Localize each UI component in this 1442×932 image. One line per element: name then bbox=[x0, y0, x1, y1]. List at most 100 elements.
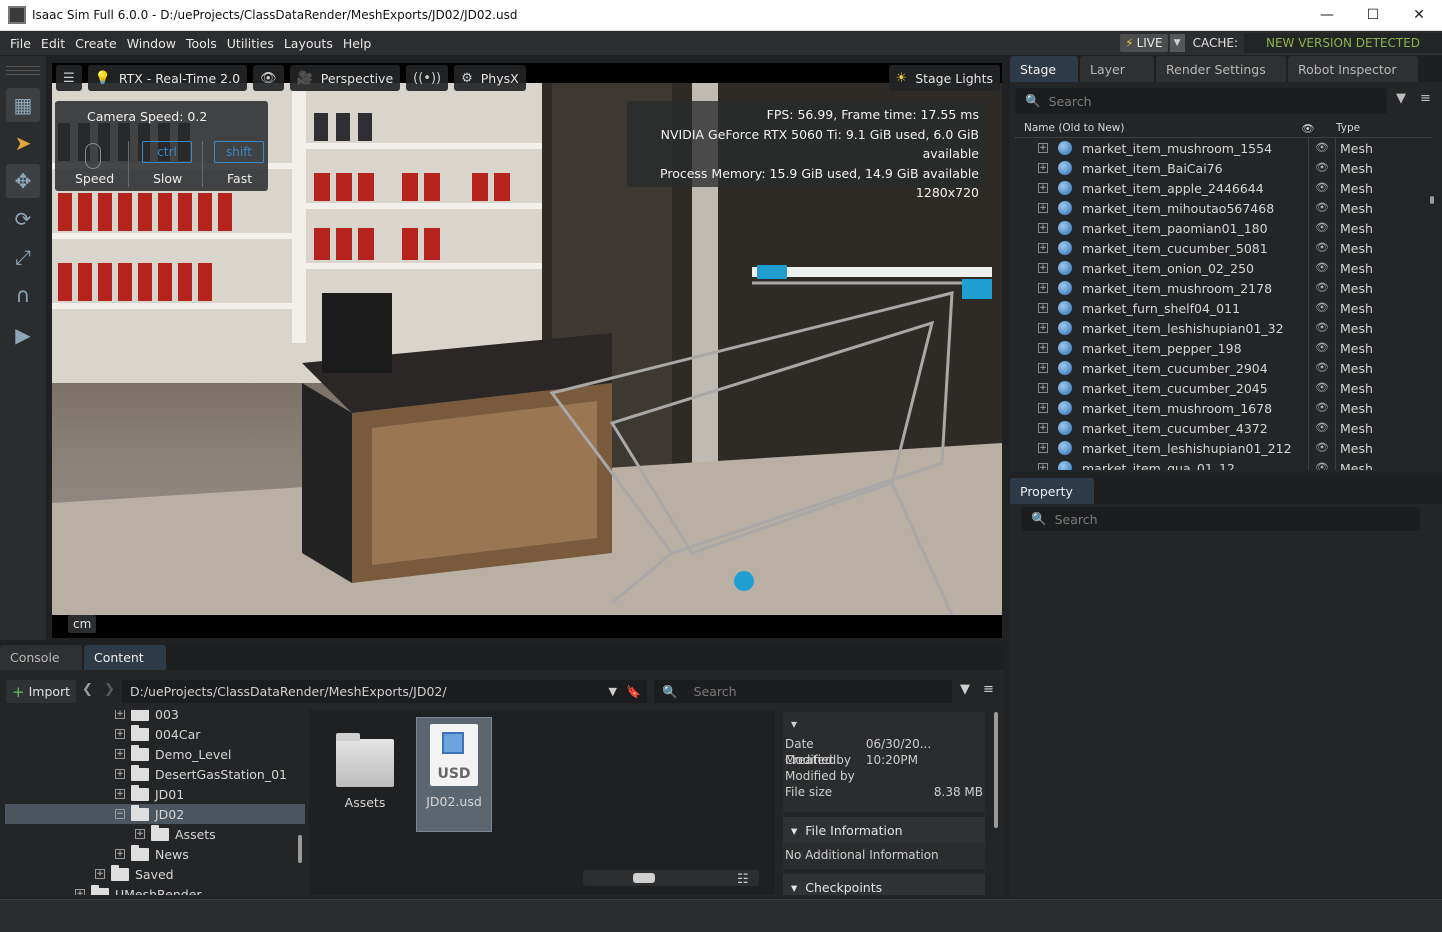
eye-icon[interactable]: 👁 bbox=[1308, 438, 1336, 458]
expand-icon[interactable]: + bbox=[115, 729, 125, 739]
expand-icon[interactable]: + bbox=[1038, 243, 1048, 253]
live-dropdown-button[interactable]: ▼ bbox=[1169, 34, 1185, 52]
menu-create[interactable]: Create bbox=[70, 36, 122, 51]
expand-icon[interactable]: + bbox=[1038, 323, 1048, 333]
tab-property[interactable]: Property bbox=[1010, 478, 1094, 504]
eye-icon[interactable]: 👁 bbox=[1308, 178, 1336, 198]
expand-icon[interactable]: + bbox=[1038, 463, 1048, 470]
stage-tree-row[interactable]: + market_item_leshishupian01_212 👁 Mesh bbox=[1014, 438, 1432, 458]
stage-tree-row[interactable]: + market_item_gua_01_12 👁 Mesh bbox=[1014, 458, 1432, 470]
list-view-icon[interactable]: ☷ bbox=[737, 872, 749, 887]
stage-tree-row[interactable]: + market_item_leshishupian01_32 👁 Mesh bbox=[1014, 318, 1432, 338]
tab-stage[interactable]: Stage bbox=[1010, 56, 1078, 82]
grid-item-assets[interactable]: Assets bbox=[327, 717, 403, 832]
tab-content[interactable]: Content bbox=[84, 645, 166, 670]
collapse-arrow-icon[interactable]: ▾ bbox=[783, 712, 985, 736]
stage-tree-row[interactable]: + market_item_cucumber_2904 👁 Mesh bbox=[1014, 358, 1432, 378]
folder-tree-row[interactable]: + Saved bbox=[5, 864, 305, 884]
stage-tree-row[interactable]: + market_item_onion_02_250 👁 Mesh bbox=[1014, 258, 1432, 278]
tab-console[interactable]: Console bbox=[0, 645, 82, 670]
slider-thumb[interactable] bbox=[633, 873, 655, 883]
cache-status[interactable]: NEW VERSION DETECTED bbox=[1244, 33, 1442, 53]
menu-utilities[interactable]: Utilities bbox=[222, 36, 279, 51]
expand-icon[interactable]: + bbox=[95, 869, 105, 879]
expand-icon[interactable]: + bbox=[1038, 303, 1048, 313]
menu-icon[interactable]: ≡ bbox=[983, 682, 994, 697]
filter-icon[interactable]: ▼ bbox=[960, 682, 970, 697]
select-arrow-icon[interactable]: ➤ bbox=[6, 126, 40, 160]
stage-tree-row[interactable]: + market_item_mushroom_1678 👁 Mesh bbox=[1014, 398, 1432, 418]
minimize-button[interactable]: — bbox=[1304, 0, 1350, 31]
stage-tree-row[interactable]: + market_item_mihoutao567468 👁 Mesh bbox=[1014, 198, 1432, 218]
expand-icon[interactable]: + bbox=[115, 789, 125, 799]
stage-tree-row[interactable]: + market_item_pepper_198 👁 Mesh bbox=[1014, 338, 1432, 358]
eye-icon[interactable]: 👁 bbox=[1308, 338, 1336, 358]
live-button[interactable]: ⚡ LIVE bbox=[1120, 34, 1168, 52]
stage-lights-button[interactable]: ☀ Stage Lights bbox=[888, 65, 1000, 91]
toolbar-grip[interactable] bbox=[6, 66, 40, 67]
eye-icon[interactable]: 👁 bbox=[1308, 358, 1336, 378]
stage-tree-row[interactable]: + market_item_paomian01_180 👁 Mesh bbox=[1014, 218, 1432, 238]
filter-icon[interactable]: ▼ bbox=[1396, 91, 1406, 106]
folder-tree-row[interactable]: + News bbox=[5, 844, 305, 864]
tab-robot-inspector[interactable]: Robot Inspector bbox=[1288, 56, 1418, 82]
eye-icon[interactable]: 👁 bbox=[1308, 398, 1336, 418]
back-arrow-icon[interactable]: ❮ bbox=[82, 682, 93, 697]
eye-icon[interactable]: 👁 bbox=[1308, 198, 1336, 218]
play-icon[interactable]: ▶ bbox=[6, 318, 40, 352]
expand-icon[interactable]: + bbox=[115, 749, 125, 759]
maximize-button[interactable]: ☐ bbox=[1350, 0, 1396, 31]
render-mode-button[interactable]: 💡 RTX - Real-Time 2.0 bbox=[87, 65, 248, 91]
folder-tree-row[interactable]: + DesertGasStation_01 bbox=[5, 764, 305, 784]
expand-icon[interactable]: + bbox=[1038, 283, 1048, 293]
folder-tree-row[interactable]: − JD02 bbox=[5, 804, 305, 824]
stage-tree-row[interactable]: + market_item_BaiCai76 👁 Mesh bbox=[1014, 158, 1432, 178]
snap-magnet-icon[interactable]: ∩ bbox=[6, 278, 40, 312]
menu-tools[interactable]: Tools bbox=[181, 36, 222, 51]
eye-icon[interactable]: 👁 bbox=[1308, 158, 1336, 178]
file-information-header[interactable]: ▾ File Information bbox=[783, 817, 985, 843]
stage-search-input[interactable]: 🔍 Search bbox=[1015, 88, 1387, 114]
chevron-down-icon[interactable]: ▼ bbox=[609, 685, 617, 698]
expand-icon[interactable]: + bbox=[1038, 383, 1048, 393]
stage-tree-row[interactable]: + market_item_cucumber_2045 👁 Mesh bbox=[1014, 378, 1432, 398]
eye-icon[interactable]: 👁 bbox=[1308, 218, 1336, 238]
expand-icon[interactable]: + bbox=[1038, 423, 1048, 433]
eye-icon[interactable]: 👁 bbox=[1308, 238, 1336, 258]
menu-help[interactable]: Help bbox=[338, 36, 377, 51]
stage-tree-row[interactable]: + market_item_mushroom_2178 👁 Mesh bbox=[1014, 278, 1432, 298]
expand-icon[interactable]: + bbox=[1038, 183, 1048, 193]
close-button[interactable]: ✕ bbox=[1396, 0, 1442, 31]
move-tool-icon[interactable]: ✥ bbox=[6, 164, 40, 198]
expand-icon[interactable]: + bbox=[115, 769, 125, 779]
tab-render-settings[interactable]: Render Settings bbox=[1156, 56, 1286, 82]
name-column-header[interactable]: Name (Old to New) bbox=[1014, 122, 1294, 137]
toolbar-grip[interactable] bbox=[6, 70, 40, 71]
eye-icon[interactable]: 👁 bbox=[1308, 318, 1336, 338]
expand-icon[interactable]: + bbox=[115, 849, 125, 859]
expand-icon[interactable]: + bbox=[1038, 203, 1048, 213]
menu-window[interactable]: Window bbox=[122, 36, 181, 51]
tab-layer[interactable]: Layer bbox=[1080, 56, 1154, 82]
type-column-header[interactable]: Type bbox=[1322, 122, 1360, 137]
expand-icon[interactable]: + bbox=[1038, 403, 1048, 413]
eye-icon[interactable]: 👁 bbox=[1308, 298, 1336, 318]
stage-scrollbar[interactable] bbox=[1430, 196, 1434, 204]
eye-icon[interactable]: 👁 bbox=[1308, 378, 1336, 398]
eye-icon[interactable]: 👁 bbox=[1308, 458, 1336, 470]
stage-tree-row[interactable]: + market_item_mushroom_1554 👁 Mesh bbox=[1014, 138, 1432, 158]
grid-item-jd02-usd[interactable]: USD JD02.usd bbox=[416, 717, 492, 832]
broadcast-button[interactable]: ((•)) bbox=[406, 65, 449, 91]
folder-tree-row[interactable]: + JD01 bbox=[5, 784, 305, 804]
grid-zoom-slider[interactable] bbox=[583, 870, 759, 886]
toolbar-grip[interactable] bbox=[6, 74, 40, 75]
viewport-settings-button[interactable]: ☰ bbox=[56, 65, 82, 91]
select-mode-icon[interactable]: ▦ bbox=[6, 88, 40, 122]
viewport[interactable]: ☰ 💡 RTX - Real-Time 2.0 👁 🎥 Perspective … bbox=[52, 63, 1002, 638]
expand-icon[interactable]: + bbox=[1038, 363, 1048, 373]
folder-tree-row[interactable]: + Demo_Level bbox=[5, 744, 305, 764]
property-search-input[interactable]: 🔍 Search bbox=[1021, 507, 1420, 531]
expand-icon[interactable]: + bbox=[1038, 263, 1048, 273]
folder-tree-row[interactable]: +004Car bbox=[5, 724, 305, 744]
stage-tree-row[interactable]: + market_item_cucumber_5081 👁 Mesh bbox=[1014, 238, 1432, 258]
